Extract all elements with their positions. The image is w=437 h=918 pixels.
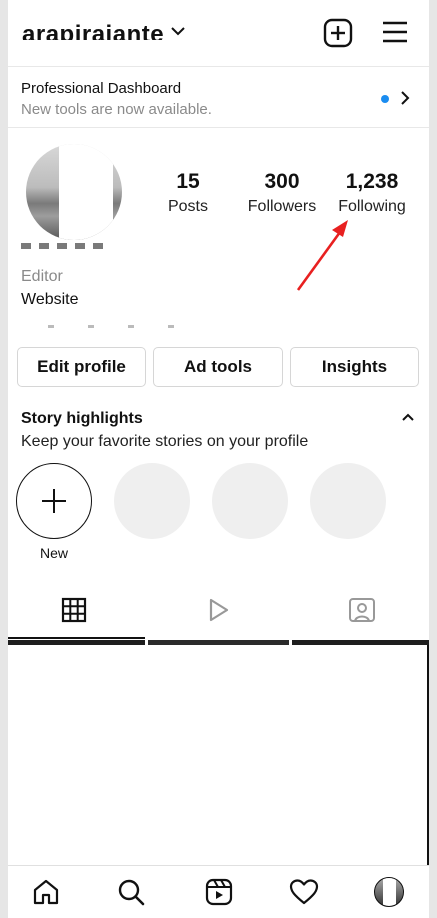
username[interactable]: arapirajante — [22, 18, 164, 40]
nav-activity[interactable] — [288, 876, 320, 908]
insights-button[interactable]: Insights — [290, 347, 419, 387]
bottom-navigation — [8, 865, 429, 918]
edit-profile-button[interactable]: Edit profile — [17, 347, 146, 387]
highlight-placeholder — [310, 463, 386, 539]
nav-profile[interactable] — [373, 876, 405, 908]
professional-dashboard-banner[interactable]: Professional Dashboard New tools are now… — [8, 66, 429, 128]
tagged-icon — [349, 598, 375, 622]
chevron-down-icon[interactable] — [171, 26, 185, 36]
followers-label: Followers — [247, 198, 317, 215]
grid-icon — [61, 597, 87, 623]
highlights-title: Story highlights — [21, 410, 143, 427]
chevron-right-icon — [401, 91, 410, 105]
profile-name-cropped — [21, 243, 121, 249]
tab-reels[interactable] — [198, 592, 238, 628]
top-bar: arapirajante — [8, 0, 429, 66]
ad-tools-button[interactable]: Ad tools — [153, 347, 283, 387]
active-tab-indicator — [8, 637, 145, 639]
profile-avatar-thumbnail — [374, 877, 404, 907]
bio-cropped-text — [48, 325, 188, 328]
plus-square-icon[interactable] — [323, 18, 353, 48]
followers-count: 300 — [264, 170, 300, 193]
chevron-up-icon[interactable] — [401, 412, 415, 422]
grid-post-thumbnail[interactable] — [8, 640, 145, 645]
posts-stat[interactable]: 15 Posts — [160, 170, 216, 216]
nav-reels[interactable] — [203, 876, 235, 908]
home-icon — [33, 879, 59, 905]
nav-search[interactable] — [115, 876, 147, 908]
tab-tagged[interactable] — [342, 592, 382, 628]
hamburger-icon[interactable] — [382, 20, 408, 44]
profile-website-link[interactable]: Website — [21, 291, 79, 309]
followers-stat[interactable]: 300 Followers — [240, 170, 324, 216]
profile-avatar[interactable] — [26, 144, 122, 240]
dashboard-subtitle: New tools are now available. — [21, 101, 212, 118]
highlight-placeholder — [212, 463, 288, 539]
posts-count: 15 — [176, 170, 200, 193]
dashboard-title: Professional Dashboard — [21, 80, 182, 97]
posts-grid — [8, 640, 429, 865]
highlights-subtitle: Keep your favorite stories on your profi… — [21, 433, 309, 450]
reels-play-icon — [209, 598, 229, 622]
plus-icon — [42, 489, 66, 513]
grid-post-thumbnail[interactable] — [148, 640, 289, 645]
highlight-placeholder — [114, 463, 190, 539]
search-icon — [118, 879, 145, 906]
notification-dot — [381, 95, 389, 103]
grid-post-thumbnail[interactable] — [291, 645, 429, 865]
reels-icon — [205, 878, 233, 906]
new-highlight-button[interactable] — [16, 463, 92, 539]
following-count: 1,238 — [345, 170, 399, 193]
profile-category: Editor — [21, 268, 63, 285]
following-label: Following — [338, 198, 406, 215]
posts-label: Posts — [167, 198, 208, 215]
tab-posts-grid[interactable] — [54, 592, 94, 628]
profile-screen: arapirajante Professional Dashboard New … — [8, 0, 429, 918]
following-stat[interactable]: 1,238 Following — [332, 170, 412, 216]
nav-home[interactable] — [30, 876, 62, 908]
heart-icon — [289, 879, 319, 905]
new-highlight-label: New — [39, 545, 68, 561]
avatar-redaction — [59, 144, 113, 240]
